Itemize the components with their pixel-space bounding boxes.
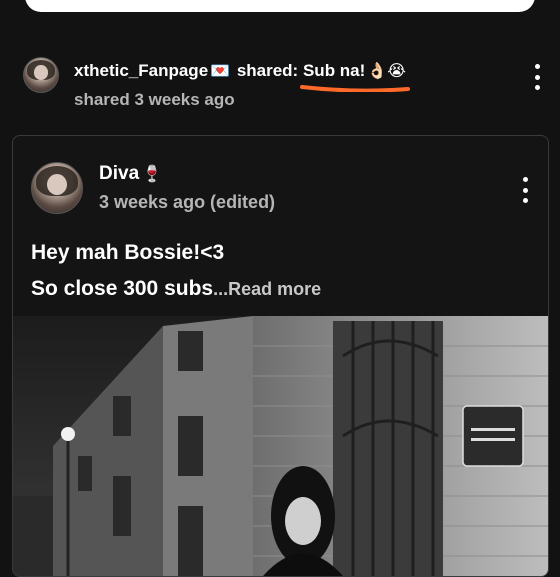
post-image[interactable]	[13, 316, 548, 576]
author-name-row: Diva 🍷	[99, 163, 162, 185]
author-name[interactable]: Diva	[99, 163, 139, 184]
post-text-line2-content: So close 300 subs	[31, 277, 214, 300]
read-more-link[interactable]: ...Read more	[213, 279, 321, 299]
share-header: xthetic_Fanpage 💌 shared: Sub na! 👌🏻😭	[74, 61, 408, 81]
share-message: Sub na!	[302, 61, 366, 80]
sharer-username[interactable]: xthetic_Fanpage	[74, 61, 208, 80]
post-text-line1: Hey mah Bossie!<3	[31, 241, 225, 264]
previous-post-card	[25, 0, 535, 12]
post-text-line2: So close 300 subs...Read more	[31, 277, 321, 301]
author-emoji: 🍷	[142, 166, 163, 183]
username-emoji: 💌	[210, 63, 231, 80]
message-emojis: 👌🏻😭	[367, 63, 406, 80]
author-avatar[interactable]	[31, 162, 83, 214]
sharer-avatar[interactable]	[23, 57, 59, 93]
post-time: 3 weeks ago (edited)	[99, 192, 276, 212]
share-action: shared:	[236, 61, 299, 80]
share-time: shared 3 weeks ago	[74, 90, 235, 109]
post-more-options-icon[interactable]	[520, 177, 530, 203]
underline-annotation	[300, 85, 410, 92]
shared-post-card[interactable]: Diva 🍷 3 weeks ago (edited) Hey mah Bossi…	[12, 135, 549, 577]
share-more-options-icon[interactable]	[532, 64, 542, 90]
